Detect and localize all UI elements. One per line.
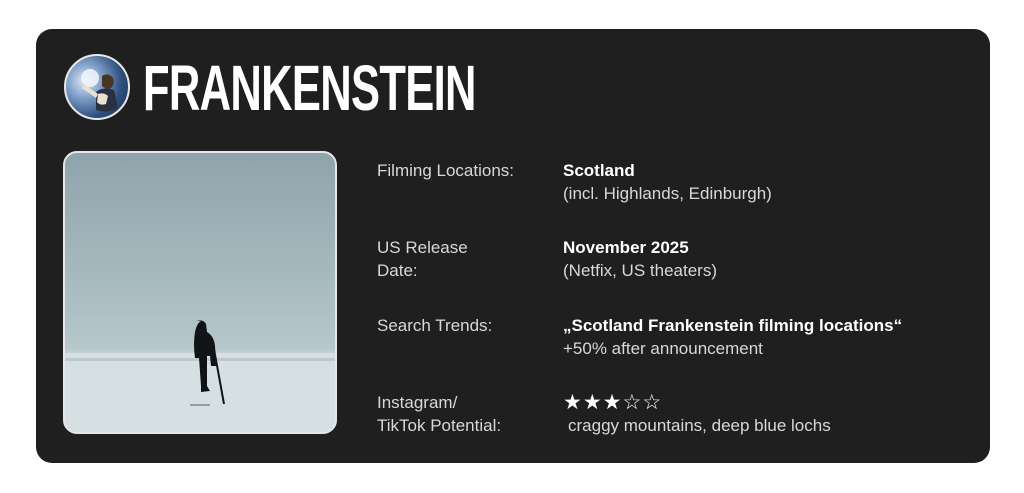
social-potential-label-line2: TikTok Potential: <box>377 416 502 435</box>
filming-locations-label: Filming Locations: <box>377 161 515 180</box>
social-potential-value: ★★★☆☆ craggy mountains, deep blue lochs <box>563 391 983 437</box>
search-trends-label: Search Trends: <box>377 316 493 335</box>
filming-locations-detail: (incl. Highlands, Edinburgh) <box>563 184 772 203</box>
filming-locations-row: Filming Locations: Scotland (incl. Highl… <box>377 159 977 209</box>
avatar <box>64 54 130 120</box>
page-title: FRANKENSTEIN <box>143 52 476 124</box>
release-date-value: November 2025 (Netfix, US theaters) <box>563 236 983 282</box>
movie-still-image <box>63 151 337 434</box>
social-potential-label-line1: Instagram/ <box>377 393 458 412</box>
release-date-label: US Release Date: <box>377 236 557 282</box>
release-date-detail: (Netfix, US theaters) <box>563 261 717 280</box>
info-card: FRANKENSTEIN Filming Locations: Scotland… <box>36 29 990 463</box>
star-filled-icon: ★ <box>602 391 623 414</box>
search-trends-main: „Scotland Frankenstein filming locations… <box>563 316 903 335</box>
release-date-label-line1: US Release <box>377 238 468 257</box>
star-rating: ★★★☆☆ <box>563 391 983 414</box>
social-potential-row: Instagram/ TikTok Potential: ★★★☆☆ cragg… <box>377 391 977 441</box>
release-date-label-line2: Date: <box>377 261 418 280</box>
filming-locations-value: Scotland (incl. Highlands, Edinburgh) <box>563 159 983 205</box>
star-empty-icon: ☆ <box>642 391 663 414</box>
star-filled-icon: ★ <box>582 391 603 414</box>
search-trends-value: „Scotland Frankenstein filming locations… <box>563 314 983 360</box>
release-date-row: US Release Date: November 2025 (Netfix, … <box>377 236 977 286</box>
search-trends-row: Search Trends: „Scotland Frankenstein fi… <box>377 314 977 364</box>
social-potential-detail: craggy mountains, deep blue lochs <box>568 416 831 435</box>
search-trends-detail: +50% after announcement <box>563 339 763 358</box>
release-date-main: November 2025 <box>563 238 689 257</box>
filming-locations-main: Scotland <box>563 161 635 180</box>
star-filled-icon: ★ <box>563 391 583 414</box>
star-empty-icon: ☆ <box>622 391 643 414</box>
social-potential-label: Instagram/ TikTok Potential: <box>377 391 557 437</box>
